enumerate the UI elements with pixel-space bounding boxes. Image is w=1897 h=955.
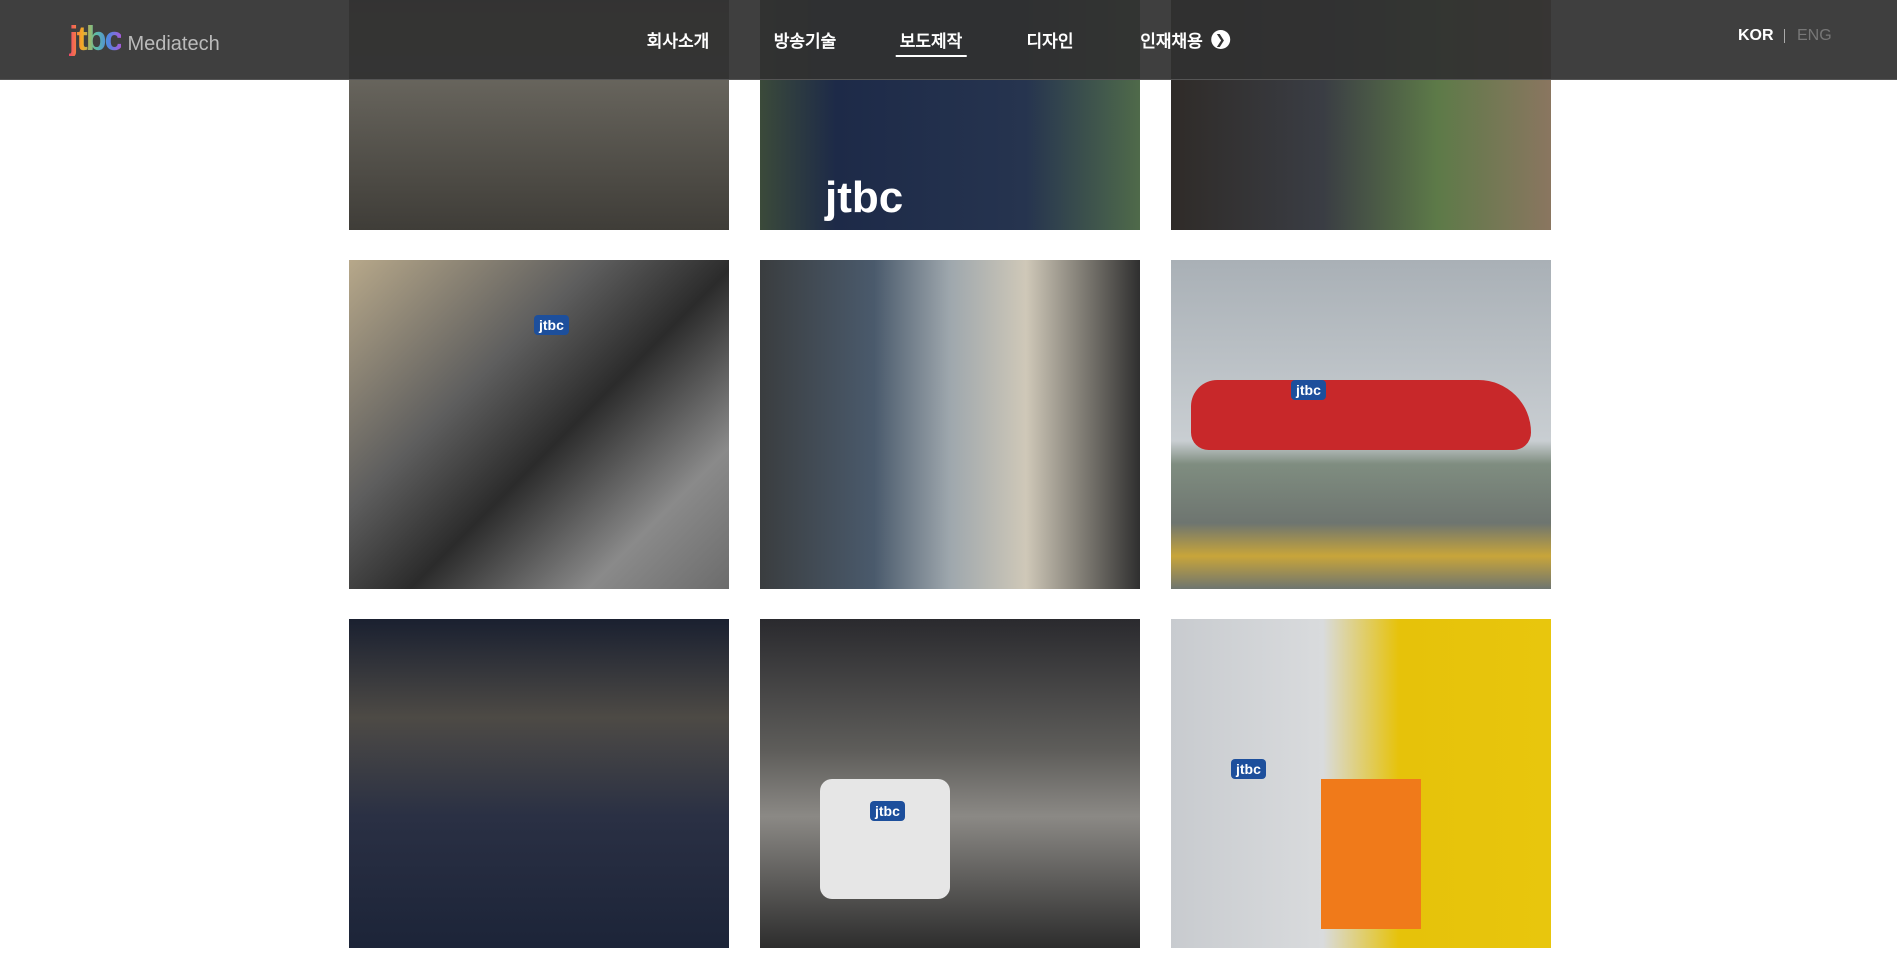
jtbc-logo: jtbc [825, 173, 904, 222]
gallery-photo-court-broadcast[interactable]: jtbc [760, 619, 1140, 948]
gallery-photo-night-crowd[interactable] [349, 619, 729, 948]
nav-recruit-label: 인재채용 [1140, 32, 1203, 51]
nav-company[interactable]: 회사소개 [647, 27, 710, 52]
nav-recruit[interactable]: 인재채용 ❯ [1140, 27, 1230, 52]
jtbc-badge: jtbc [870, 801, 905, 821]
lang-divider [1784, 29, 1785, 43]
gallery-photo-masked-cameraman[interactable]: jtbc [349, 260, 729, 589]
arrow-right-circle-icon: ❯ [1210, 30, 1230, 49]
nav-news-production[interactable]: 보도제작 [895, 27, 966, 57]
photo-gallery: jtbc jtbc jtbc jtbc jtbc jtbc [349, 0, 1551, 948]
van [820, 779, 950, 899]
nav-broadcast-tech[interactable]: 방송기술 [774, 27, 837, 52]
site-header: jtbc Mediatech 회사소개 방송기술 보도제작 디자인 인재채용 ❯ … [0, 0, 1897, 80]
gallery-photo-offshore-interview[interactable]: jtbc [1171, 619, 1551, 948]
gallery-photo-helicopter[interactable]: jtbc [1171, 260, 1551, 589]
lang-eng[interactable]: ENG [1797, 27, 1832, 45]
lang-kor[interactable]: KOR [1738, 27, 1774, 45]
jtbc-badge: jtbc [534, 315, 569, 335]
gallery-photo-helicopter-interior[interactable] [760, 260, 1140, 589]
nav-design[interactable]: 디자인 [1027, 27, 1074, 52]
worker-vest [1321, 779, 1421, 929]
jtbc-badge: jtbc [1231, 759, 1266, 779]
jtbc-badge: jtbc [1291, 380, 1326, 400]
helicopter-body [1191, 380, 1531, 450]
main-nav: 회사소개 방송기술 보도제작 디자인 인재채용 ❯ [0, 0, 1897, 80]
